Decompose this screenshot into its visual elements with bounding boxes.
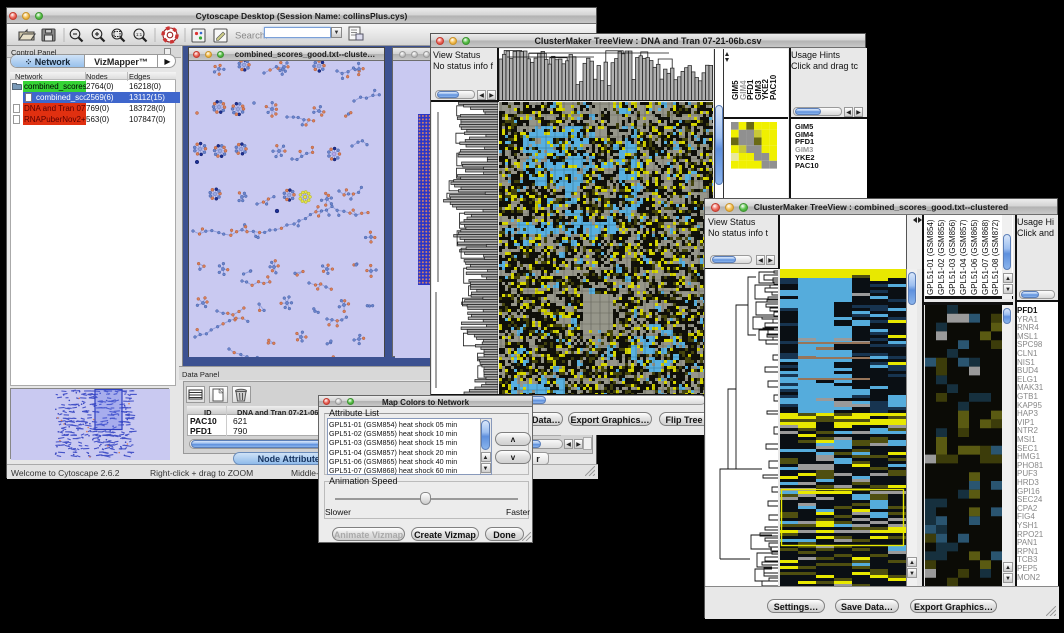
svg-text:1:1: 1:1 [136,32,143,37]
svg-text:Search:: Search: [235,31,268,42]
